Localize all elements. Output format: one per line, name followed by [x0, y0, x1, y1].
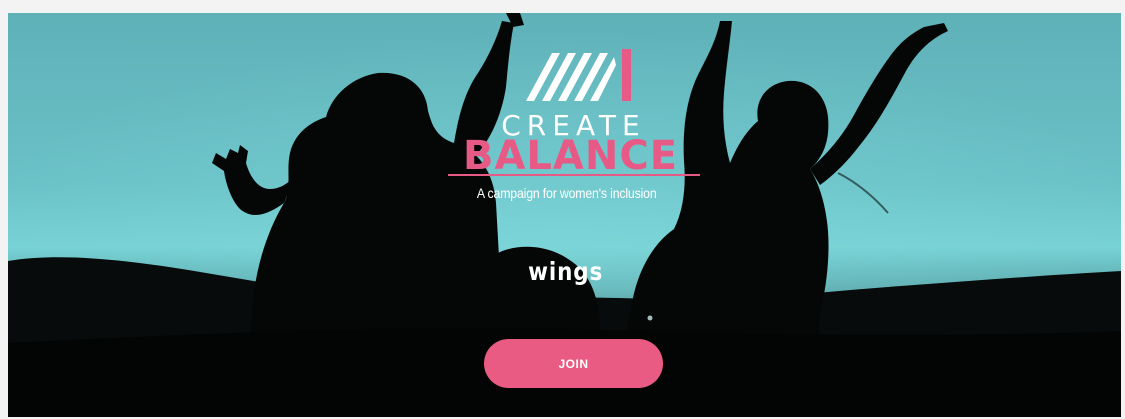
title-underline: [448, 174, 700, 176]
campaign-tagline: A campaign for women's inclusion: [476, 185, 657, 201]
join-button[interactable]: JOIN: [484, 339, 663, 388]
campaign-title-balance: BALANCE: [462, 133, 679, 179]
create-balance-logo-icon: [526, 49, 631, 101]
hero-banner: CREATE BALANCE A campaign for women's in…: [8, 13, 1121, 417]
wings-partner-logo: wings: [528, 257, 604, 286]
page: CREATE BALANCE A campaign for women's in…: [0, 0, 1125, 419]
